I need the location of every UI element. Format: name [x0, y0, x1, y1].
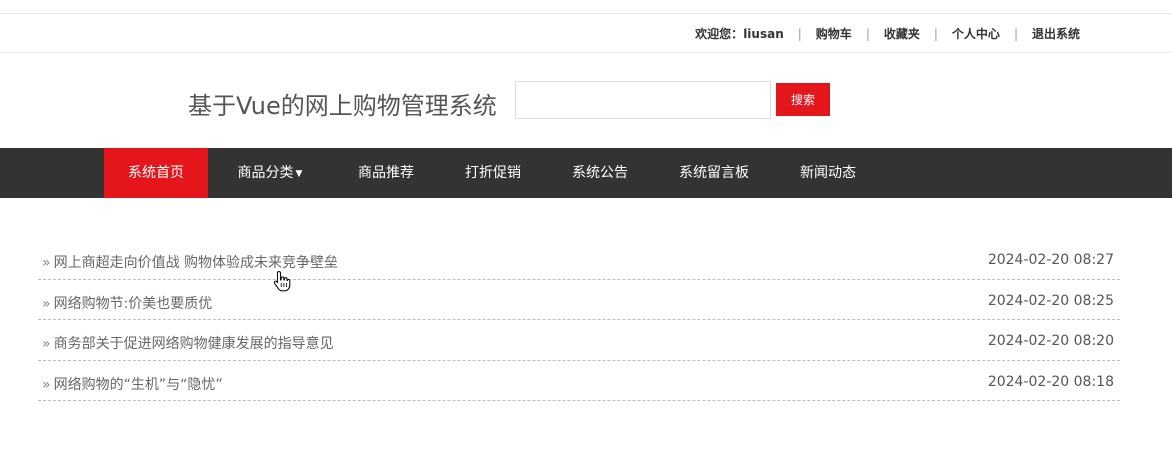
- site-header: 基于Vue的网上购物管理系统 搜索: [0, 53, 1172, 148]
- news-title[interactable]: » 网络购物的“生机”与“隐忧”: [42, 374, 223, 394]
- search-button[interactable]: 搜索: [776, 83, 830, 116]
- top-bar: 欢迎您：liusan | 购物车 | 收藏夹 | 个人中心 | 退出系统: [0, 14, 1172, 53]
- nav-item-message-board[interactable]: 系统留言板: [668, 148, 760, 198]
- hand-pointer-icon: [273, 270, 291, 292]
- nav-item-home[interactable]: 系统首页: [104, 148, 208, 198]
- search-input[interactable]: [515, 81, 771, 119]
- news-title[interactable]: » 网上商超走向价值战 购物体验成未来竞争壁垒: [42, 252, 338, 272]
- news-row[interactable]: » 商务部关于促进网络购物健康发展的指导意见 2024-02-20 08:20: [38, 320, 1120, 361]
- news-title[interactable]: » 商务部关于促进网络购物健康发展的指导意见: [42, 333, 334, 353]
- news-row[interactable]: » 网络购物的“生机”与“隐忧” 2024-02-20 08:18: [38, 361, 1120, 401]
- nav-item-news[interactable]: 新闻动态: [782, 148, 874, 198]
- news-title[interactable]: » 网络购物节:价美也要质优: [42, 293, 212, 313]
- chevron-down-icon: ▼: [295, 169, 303, 179]
- news-date: 2024-02-20 08:18: [987, 373, 1114, 390]
- favorites-link[interactable]: 收藏夹: [884, 25, 920, 42]
- news-row[interactable]: » 网络购物节:价美也要质优 2024-02-20 08:25: [38, 280, 1120, 320]
- separator: |: [865, 26, 870, 41]
- news-date: 2024-02-20 08:27: [987, 252, 1114, 268]
- separator: |: [797, 26, 802, 41]
- site-title: 基于Vue的网上购物管理系统: [188, 92, 497, 120]
- separator: |: [1013, 26, 1018, 41]
- news-date: 2024-02-20 08:25: [987, 292, 1114, 309]
- nav-item-recommend[interactable]: 商品推荐: [340, 148, 432, 198]
- nav-item-categories[interactable]: 商品分类 ▼: [224, 148, 316, 198]
- nav-item-announcements[interactable]: 系统公告: [554, 148, 646, 198]
- news-list: » 网上商超走向价值战 购物体验成未来竞争壁垒 2024-02-20 08:27 …: [38, 239, 1120, 401]
- logout-link[interactable]: 退出系统: [1032, 25, 1080, 42]
- user-links: 欢迎您：liusan | 购物车 | 收藏夹 | 个人中心 | 退出系统: [695, 25, 1080, 42]
- cart-link[interactable]: 购物车: [816, 25, 852, 42]
- user-center-link[interactable]: 个人中心: [952, 25, 1000, 42]
- username: liusan: [743, 27, 784, 41]
- news-row[interactable]: » 网上商超走向价值战 购物体验成未来竞争壁垒 2024-02-20 08:27: [38, 239, 1120, 280]
- separator: |: [933, 26, 938, 41]
- news-date: 2024-02-20 08:20: [987, 333, 1114, 349]
- nav-item-promotions[interactable]: 打折促销: [447, 148, 539, 198]
- welcome-text: 欢迎您：liusan: [695, 27, 784, 41]
- main-nav: 系统首页 商品分类 ▼ 商品推荐 打折促销 系统公告 系统留言板 新闻动态: [0, 148, 1172, 198]
